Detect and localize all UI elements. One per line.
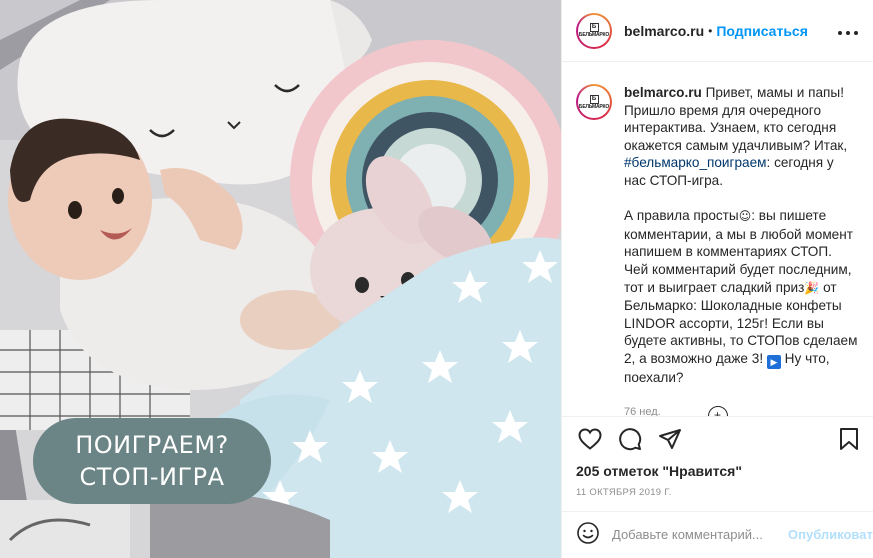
brand-logo: Б БЕЛЬМАРКО [578, 14, 610, 47]
party-emoji-icon: 🎉 [804, 280, 820, 295]
share-icon[interactable] [656, 425, 684, 453]
instagram-post: ПОИГРАЕМ? СТОП-ИГРА Б БЕЛЬМАРКО belmarco… [0, 0, 873, 558]
post-header: Б БЕЛЬМАРКО belmarco.ru • Подписаться [562, 0, 873, 62]
caption-area: Б БЕЛЬМАРКО belmarco.ru Привет, мамы и п… [562, 62, 873, 417]
caption-rules-start: А правила просты [624, 208, 739, 224]
smiley-icon[interactable] [576, 521, 600, 548]
post-photo[interactable]: ПОИГРАЕМ? СТОП-ИГРА [0, 0, 561, 558]
photo-text-overlay: ПОИГРАЕМ? СТОП-ИГРА [33, 418, 271, 504]
caption-text: belmarco.ru Привет, мамы и папы! Пришло … [624, 84, 859, 416]
post-date[interactable]: 11 ОКТЯБРЯ 2019 Г. [562, 483, 873, 511]
follow-button[interactable]: Подписаться [716, 23, 808, 39]
action-bar [562, 416, 873, 461]
logo-text: БЕЛЬМАРКО [578, 32, 610, 38]
likes-count[interactable]: 205 отметок "Нравится" [562, 461, 873, 483]
likes-label: "Нравится" [662, 463, 742, 480]
comment-input[interactable] [612, 527, 788, 543]
brand-logo: Б БЕЛЬМАРКО [578, 86, 610, 118]
likes-count-text: 205 отметок [576, 463, 659, 480]
comment-icon[interactable] [616, 425, 644, 453]
smile-emoji-icon: ☺ [738, 209, 752, 224]
overlay-line-2: СТОП-ИГРА [79, 463, 225, 491]
bookmark-icon[interactable] [835, 425, 863, 453]
caption-time-ago[interactable]: 76 нед. [624, 404, 859, 416]
heart-icon[interactable] [576, 425, 604, 453]
hashtag-link[interactable]: #бельмарко_поиграем [624, 155, 767, 170]
caption-paragraph-1: belmarco.ru Привет, мамы и папы! Пришло … [624, 84, 859, 190]
more-horizontal-icon[interactable] [837, 20, 859, 41]
avatar[interactable]: Б БЕЛЬМАРКО [576, 12, 612, 49]
caption-username[interactable]: belmarco.ru [624, 85, 702, 100]
separator-dot: • [708, 23, 713, 38]
overlay-line-1: ПОИГРАЕМ? [75, 431, 229, 459]
caption-avatar[interactable]: Б БЕЛЬМАРКО [576, 84, 612, 120]
comment-form: Опубликовать [562, 510, 873, 558]
post-side-panel: Б БЕЛЬМАРКО belmarco.ru • Подписаться Б … [561, 0, 873, 558]
play-emoji-icon: ▶ [766, 354, 781, 369]
logo-mark: Б [589, 94, 599, 104]
publish-button[interactable]: Опубликовать [788, 527, 873, 542]
header-username[interactable]: belmarco.ru [624, 23, 704, 39]
logo-text: БЕЛЬМАРКО [578, 103, 610, 110]
logo-mark: Б [589, 23, 599, 32]
caption-paragraph-2: А правила просты☺: вы пишете комментарии… [624, 207, 859, 386]
